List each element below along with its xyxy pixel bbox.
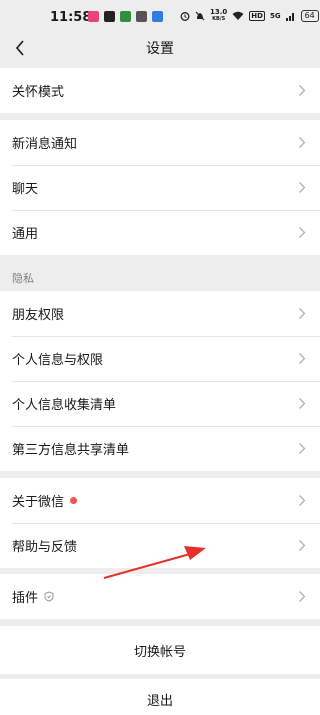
net-speed: 13.0 KB/S <box>210 8 228 23</box>
settings-item-label: 通用 <box>12 227 39 242</box>
chevron-right-icon <box>299 495 306 506</box>
logout-group: 退出 <box>0 679 320 715</box>
nav-bar: 设置 <box>0 32 320 66</box>
wifi-icon <box>232 11 244 20</box>
settings-item-help-feedback[interactable]: 帮助与反馈 <box>0 523 320 568</box>
settings-item-label: 关怀模式 <box>12 85 65 100</box>
hd-badge: HD <box>249 11 265 21</box>
settings-item-personal-info[interactable]: 个人信息与权限 <box>0 336 320 381</box>
settings-item-care-mode[interactable]: 关怀模式 <box>0 68 320 113</box>
settings-item-plugins[interactable]: 插件 <box>0 574 320 619</box>
settings-item-chat[interactable]: 聊天 <box>0 165 320 210</box>
care-group: 关怀模式 <box>0 68 320 113</box>
settings-item-label: 聊天 <box>12 182 39 197</box>
about-group: 关于微信 帮助与反馈 <box>0 478 320 568</box>
settings-item-label: 插件 <box>12 591 39 606</box>
alarm-icon <box>180 12 190 21</box>
settings-item-label: 帮助与反馈 <box>12 540 78 555</box>
settings-item-third-party-sharing[interactable]: 第三方信息共享清单 <box>0 426 320 471</box>
settings-item-about[interactable]: 关于微信 <box>0 478 320 523</box>
settings-item-label: 第三方信息共享清单 <box>12 443 130 458</box>
switch-account-group: 切换帐号 <box>0 626 320 674</box>
app-notification-icon <box>152 11 163 22</box>
app-notification-icon <box>136 11 147 22</box>
settings-item-label: 个人信息收集清单 <box>12 398 117 413</box>
settings-item-label: 关于微信 <box>12 495 65 510</box>
page-title: 设置 <box>146 41 174 57</box>
signal-icon <box>285 13 294 21</box>
settings-item-label: 新消息通知 <box>12 137 78 152</box>
app-notification-icon <box>88 11 99 22</box>
settings-item-notifications[interactable]: 新消息通知 <box>0 120 320 165</box>
chevron-right-icon <box>299 353 306 364</box>
chevron-right-icon <box>299 540 306 551</box>
switch-account-label: 切换帐号 <box>133 644 186 660</box>
battery-indicator: 64 <box>300 10 319 22</box>
status-time: 11:58 <box>50 10 92 25</box>
chevron-right-icon <box>299 591 306 602</box>
chevron-right-icon <box>299 137 306 148</box>
app-notification-icon <box>120 11 131 22</box>
chevron-right-icon <box>299 227 306 238</box>
settings-item-friend-permissions[interactable]: 朋友权限 <box>0 291 320 336</box>
system-icons: 13.0 KB/S HD 5G 64 <box>180 9 319 23</box>
chevron-right-icon <box>299 398 306 409</box>
logout-label: 退出 <box>146 693 173 709</box>
privacy-group: 朋友权限 个人信息与权限 个人信息收集清单 第三方信息共享清单 <box>0 291 320 471</box>
chevron-right-icon <box>299 182 306 193</box>
switch-account-button[interactable]: 切换帐号 <box>0 626 320 674</box>
status-bar: 11:58 13.0 KB/S HD 5G 64 <box>0 0 320 32</box>
shield-icon <box>44 591 54 602</box>
settings-item-general[interactable]: 通用 <box>0 210 320 255</box>
new-badge-dot <box>70 497 78 504</box>
logout-button[interactable]: 退出 <box>0 679 320 715</box>
chevron-right-icon <box>299 443 306 454</box>
chevron-right-icon <box>299 308 306 319</box>
settings-item-label: 个人信息与权限 <box>12 353 104 368</box>
app-notification-icon <box>104 11 115 22</box>
settings-item-info-collection[interactable]: 个人信息收集清单 <box>0 381 320 426</box>
notification-icons <box>88 11 163 22</box>
signal-label: 5G <box>269 12 281 20</box>
chevron-right-icon <box>299 85 306 96</box>
privacy-section-label: 隐私 <box>12 272 34 285</box>
settings-item-label: 朋友权限 <box>12 308 65 323</box>
mute-icon <box>195 11 205 21</box>
plugins-group: 插件 <box>0 574 320 619</box>
general-group: 新消息通知 聊天 通用 <box>0 120 320 255</box>
